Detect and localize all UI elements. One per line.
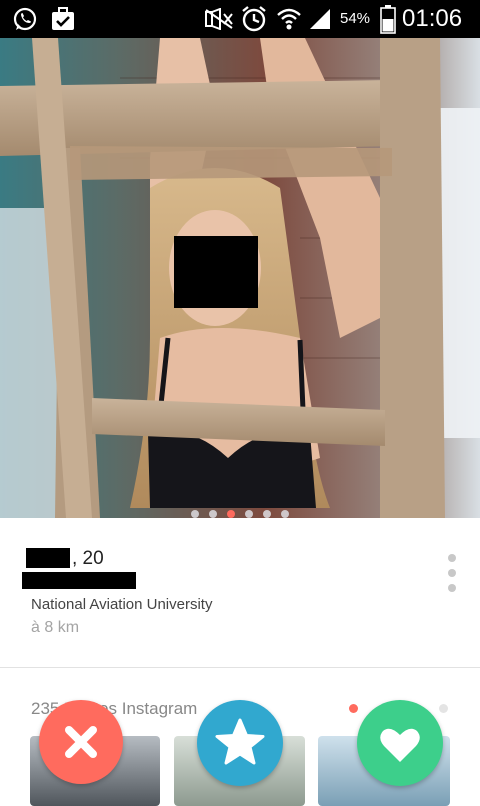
wifi-icon xyxy=(277,8,301,30)
briefcase-icon xyxy=(52,7,74,30)
photo-pager-dot[interactable] xyxy=(191,510,199,518)
photo-pager xyxy=(0,510,480,518)
whatsapp-icon xyxy=(13,7,37,31)
photo-pager-dot[interactable] xyxy=(227,510,235,518)
super-like-button[interactable] xyxy=(197,700,283,786)
battery-percent: 54% xyxy=(340,10,371,27)
status-bar: 54% 01:06 xyxy=(0,0,480,38)
profile-age: , 20 xyxy=(72,548,104,569)
photo-pager-dot[interactable] xyxy=(245,510,253,518)
redacted-name xyxy=(26,548,70,568)
photo-pager-dot[interactable] xyxy=(281,510,289,518)
more-options-icon[interactable] xyxy=(442,554,462,602)
profile-photo[interactable] xyxy=(0,38,480,518)
photo-illustration xyxy=(0,38,480,518)
heart-icon xyxy=(380,728,420,762)
photo-pager-dot[interactable] xyxy=(209,510,217,518)
mute-icon xyxy=(205,8,233,30)
alarm-icon xyxy=(242,6,266,32)
profile-distance: à 8 km xyxy=(31,619,80,636)
profile-school: National Aviation University xyxy=(31,596,213,613)
clock: 01:06 xyxy=(402,5,463,32)
photo-pager-dot[interactable] xyxy=(263,510,271,518)
signal-icon xyxy=(310,9,330,29)
nope-button[interactable] xyxy=(39,700,123,784)
redacted-occupation xyxy=(22,572,136,589)
star-icon xyxy=(215,718,265,765)
battery-icon xyxy=(380,5,396,34)
like-button[interactable] xyxy=(357,700,443,786)
close-icon xyxy=(65,726,97,758)
profile-info[interactable]: , 20 National Aviation University à 8 km xyxy=(0,518,480,668)
